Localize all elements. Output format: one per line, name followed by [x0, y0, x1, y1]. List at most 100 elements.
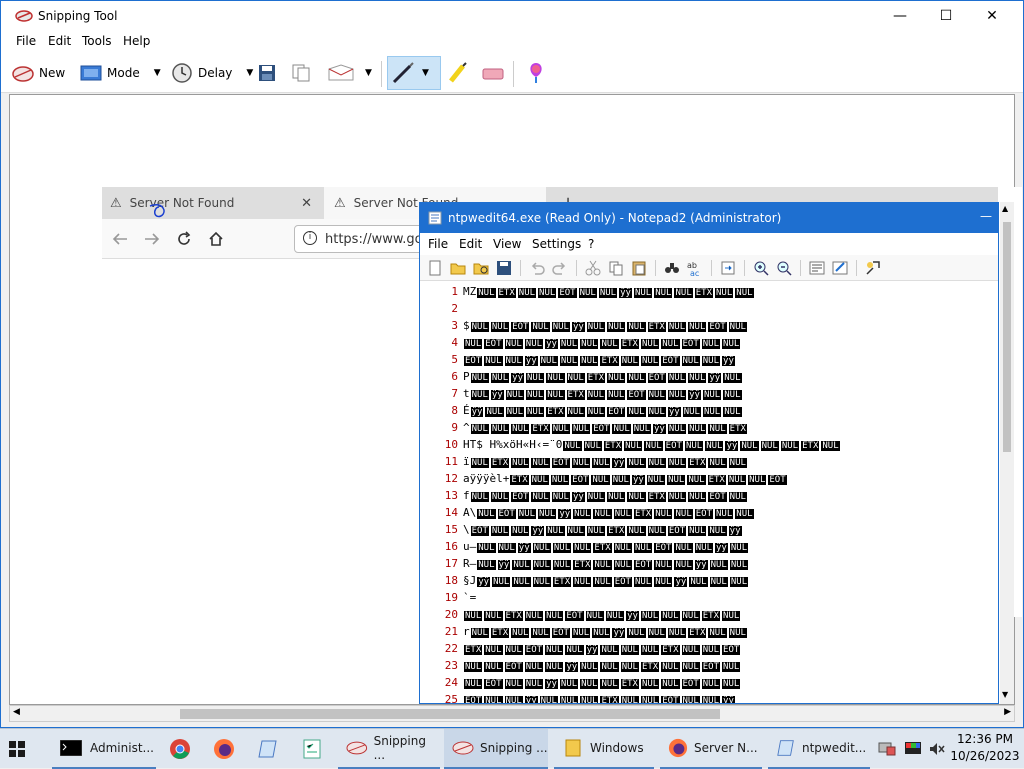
- wordwrap-icon[interactable]: [808, 259, 826, 277]
- editor-area[interactable]: 1 MZ NUL ETX NUL NUL EOT NUL NUL ÿÿ NUL NUL NUL ETX NU…: [420, 281, 998, 704]
- new-file-icon[interactable]: [426, 259, 444, 277]
- toolbar-separator: [744, 260, 745, 276]
- scroll-right-icon[interactable]: ▶: [1004, 707, 1011, 717]
- scroll-left-icon[interactable]: ◀: [13, 707, 20, 717]
- zoom-out-icon[interactable]: [775, 259, 793, 277]
- control-char-glyph: NUL: [580, 679, 599, 689]
- taskbar-item-notepad2[interactable]: ntpwedit...: [768, 729, 870, 769]
- undo-icon[interactable]: [528, 259, 546, 277]
- find-icon[interactable]: [663, 259, 681, 277]
- line-number: 4: [451, 336, 458, 349]
- menu-view[interactable]: View: [493, 237, 521, 251]
- clock[interactable]: 12:36 PM 10/26/2023: [950, 731, 1020, 765]
- browse-icon[interactable]: [472, 259, 490, 277]
- control-char-glyph: ÿÿ: [524, 696, 538, 704]
- reload-icon[interactable]: [172, 227, 196, 251]
- pen-button[interactable]: ▼: [387, 56, 441, 90]
- editor-line: 17 R– NUL ÿÿ NUL NUL NUL ETX NUL NUL EOT NUL NUL ÿÿ NU…: [420, 555, 998, 572]
- taskbar-item-snipping-2[interactable]: Snipping ...: [444, 729, 548, 769]
- send-snip-button[interactable]: ▼: [327, 57, 372, 89]
- taskbar-item-notepad[interactable]: [250, 729, 286, 769]
- control-char-glyph: NUL: [504, 696, 523, 704]
- replace-icon[interactable]: abac: [686, 259, 704, 277]
- chevron-down-icon[interactable]: ▼: [422, 68, 429, 78]
- control-char-glyph: NUL: [728, 492, 747, 502]
- scroll-thumb[interactable]: [1003, 222, 1011, 452]
- chevron-down-icon[interactable]: ▼: [154, 68, 161, 78]
- close-tab-icon[interactable]: ✕: [301, 196, 312, 211]
- taskbar-item-snipping-1[interactable]: Snipping ...: [338, 729, 440, 769]
- save-icon[interactable]: [495, 259, 513, 277]
- control-char-glyph: NUL: [505, 390, 524, 400]
- tray-computer-icon[interactable]: [876, 729, 898, 769]
- editor-line: 12 aÿÿÿèl+ ETX NUL NUL EOT NUL NUL ÿÿ NUL NUL NUL ET…: [420, 470, 998, 487]
- mode-button[interactable]: Mode ▼: [79, 57, 161, 89]
- menu-file[interactable]: File: [16, 34, 36, 48]
- cut-icon[interactable]: [584, 259, 602, 277]
- open-folder-icon[interactable]: [449, 259, 467, 277]
- control-char-glyph: NUL: [647, 628, 666, 638]
- tab-server-not-found-1[interactable]: ⚠ Server Not Found ✕: [102, 187, 322, 219]
- scroll-thumb[interactable]: [180, 709, 720, 719]
- horizontal-scrollbar[interactable]: ◀ ▶: [9, 705, 1015, 722]
- copy-button[interactable]: [291, 57, 311, 89]
- vertical-scrollbar[interactable]: ▲ ▼: [1000, 202, 1014, 704]
- control-char-glyph: NUL: [661, 611, 680, 621]
- taskbar-item-firefox-window[interactable]: Server N...: [660, 729, 762, 769]
- control-char-glyph: NUL: [646, 475, 666, 485]
- menu-file[interactable]: File: [428, 237, 448, 251]
- control-char-glyph: NUL: [484, 611, 503, 621]
- back-icon[interactable]: [108, 227, 132, 251]
- start-button[interactable]: [8, 729, 40, 769]
- control-char-glyph: NUL: [735, 509, 754, 519]
- menu-edit[interactable]: Edit: [459, 237, 482, 251]
- goto-icon[interactable]: [719, 259, 737, 277]
- menu-help[interactable]: ?: [588, 237, 594, 251]
- control-char-glyph: NUL: [470, 373, 489, 383]
- control-char-glyph: NUL: [723, 373, 742, 383]
- scroll-up-icon[interactable]: ▲: [1002, 204, 1008, 213]
- scroll-down-icon[interactable]: ▼: [1002, 690, 1008, 699]
- menu-tools[interactable]: Tools: [82, 34, 112, 48]
- taskbar-item-tasks[interactable]: [294, 729, 330, 769]
- line-number: 22: [444, 642, 458, 655]
- control-char-glyph: NUL: [613, 509, 632, 519]
- close-button[interactable]: ✕: [969, 1, 1015, 31]
- taskbar-item-admin-cmd[interactable]: Administ...: [52, 729, 156, 769]
- taskbar-item-firefox[interactable]: [206, 729, 242, 769]
- settings-icon[interactable]: [864, 259, 882, 277]
- redo-icon[interactable]: [551, 259, 569, 277]
- menu-help[interactable]: Help: [123, 34, 150, 48]
- minimize-button[interactable]: —: [877, 1, 923, 31]
- info-icon[interactable]: i: [303, 231, 317, 245]
- control-char-glyph: NUL: [524, 662, 544, 672]
- home-icon[interactable]: [204, 227, 228, 251]
- tray-display-icon[interactable]: [902, 729, 924, 769]
- taskbar-item-chrome[interactable]: [162, 729, 198, 769]
- zoom-in-icon[interactable]: [752, 259, 770, 277]
- delay-button[interactable]: Delay ▼: [171, 57, 253, 89]
- chevron-down-icon[interactable]: ▼: [246, 68, 253, 78]
- scheme-icon[interactable]: [831, 259, 849, 277]
- taskbar-label: Windows: [590, 741, 644, 755]
- highlighter-button[interactable]: [447, 57, 469, 89]
- new-button[interactable]: New: [11, 57, 65, 89]
- maximize-button[interactable]: ☐: [923, 1, 969, 31]
- control-char-glyph: EOT: [633, 560, 653, 570]
- control-char-glyph: ETX: [510, 475, 529, 485]
- paste-icon[interactable]: [630, 259, 648, 277]
- menu-edit[interactable]: Edit: [48, 34, 71, 48]
- save-button[interactable]: [257, 57, 277, 89]
- copy-icon[interactable]: [607, 259, 625, 277]
- taskbar-item-explorer[interactable]: Windows: [554, 729, 654, 769]
- forward-icon[interactable]: [140, 227, 164, 251]
- chevron-down-icon[interactable]: ▼: [365, 68, 372, 78]
- paint3d-button[interactable]: [525, 57, 547, 89]
- control-char-glyph: ÿÿ: [545, 679, 558, 689]
- control-char-glyph: NUL: [654, 577, 673, 587]
- menu-settings[interactable]: Settings: [532, 237, 581, 251]
- volume-muted-icon[interactable]: [926, 729, 948, 769]
- eraser-button[interactable]: [481, 57, 505, 89]
- minimize-button[interactable]: —: [980, 209, 992, 223]
- control-char-glyph: NUL: [708, 424, 727, 434]
